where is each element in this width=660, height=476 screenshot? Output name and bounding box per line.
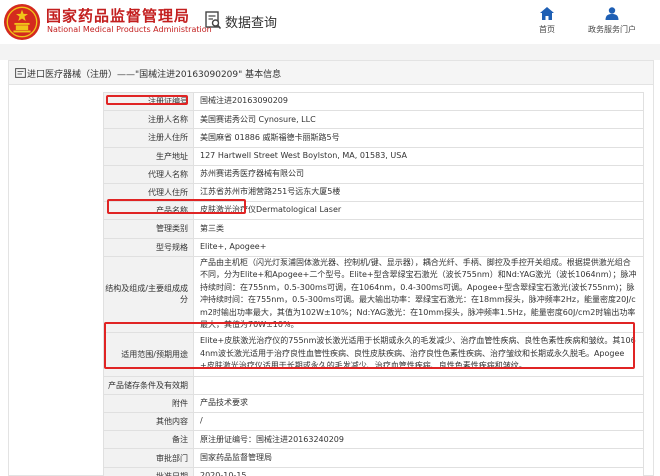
row-label: 代理人名称 [103, 164, 194, 184]
table-row: 管理类别 第三类 [103, 219, 644, 239]
nav-home-label: 首页 [539, 25, 555, 34]
table-row: 批准日期 2020-10-15 [103, 466, 644, 476]
nav-portal-label: 政务服务门户 [588, 25, 636, 34]
row-value: 产品由主机柜（闪光灯泵浦固体激光器、控制机/键、显示器），耦合光纤、手柄、脚控及… [193, 255, 644, 333]
row-value: 127 Hartwell Street West Boylston, MA, 0… [193, 146, 644, 166]
org-name-cn: 国家药品监督管理局 [46, 7, 191, 25]
data-query-icon [205, 11, 222, 30]
row-value [193, 375, 644, 395]
highlight-box-product-name [107, 199, 246, 214]
site-header: 国家药品监督管理局 National Medical Products Admi… [0, 0, 660, 44]
nav-home-link[interactable]: 首页 [530, 7, 564, 41]
row-value: 江苏省苏州市湘营路251号远东大厦5楼 [193, 182, 644, 203]
row-label: 结构及组成/主要组成成分 [103, 255, 194, 333]
breadcrumb-text: 进口医疗器械（注册）——"国械注进20163090209" 基本信息 [27, 70, 282, 80]
row-label: 注册人住所 [103, 128, 194, 148]
row-label: 附件 [103, 393, 194, 414]
table-row: 产品储存条件及有效期 [103, 375, 644, 395]
row-label: 管理类别 [103, 219, 194, 239]
detail-panel: 进口医疗器械（注册）——"国械注进20163090209" 基本信息 注册证编号… [8, 60, 654, 476]
data-query-title: 数据查询 [225, 16, 278, 31]
table-row: 附件 产品技术要求 [103, 393, 644, 414]
row-value: 国家药品监督管理局 [193, 448, 644, 468]
detail-table: 注册证编号 国械注进20163090209 注册人名称 美国赛诺秀公司 Cyno… [103, 91, 644, 476]
row-label: 备注 [103, 430, 194, 450]
row-label: 审批部门 [103, 448, 194, 468]
row-label: 型号规格 [103, 237, 194, 257]
row-label: 批准日期 [103, 466, 194, 476]
row-value: 第三类 [193, 219, 644, 239]
row-value: 美国麻省 01886 威斯福德卡丽斯路5号 [193, 128, 644, 148]
row-value: 2020-10-15 [193, 466, 644, 476]
user-icon [605, 7, 619, 20]
highlight-box-registration-no [106, 95, 188, 105]
table-row: 备注 原注册证编号：国械注进20163240209 [103, 430, 644, 450]
org-name-en: National Medical Products Administration [47, 25, 212, 34]
table-row: 审批部门 国家药品监督管理局 [103, 448, 644, 468]
row-value: 皮肤激光治疗仪Dermatological Laser [193, 201, 644, 221]
header-divider [0, 44, 660, 60]
breadcrumb: 进口医疗器械（注册）——"国械注进20163090209" 基本信息 [9, 61, 653, 85]
row-label: 产品储存条件及有效期 [103, 375, 194, 395]
page-icon [15, 68, 26, 78]
highlight-box-intended-use [104, 322, 635, 369]
table-row: 其他内容 / [103, 412, 644, 432]
row-label: 生产地址 [103, 146, 194, 166]
table-row: 代理人名称 苏州赛诺秀医疗器械有限公司 [103, 164, 644, 184]
row-value: 苏州赛诺秀医疗器械有限公司 [193, 164, 644, 184]
national-emblem-icon[interactable] [3, 3, 41, 41]
row-value: 美国赛诺秀公司 Cynosure, LLC [193, 110, 644, 130]
table-row: 型号规格 Elite+, Apogee+ [103, 237, 644, 257]
table-row: 结构及组成/主要组成成分 产品由主机柜（闪光灯泵浦固体激光器、控制机/键、显示器… [103, 255, 644, 333]
nav-portal-link[interactable]: 政务服务门户 [573, 7, 651, 41]
table-row: 注册人住所 美国麻省 01886 威斯福德卡丽斯路5号 [103, 128, 644, 148]
row-value: 原注册证编号：国械注进20163240209 [193, 430, 644, 450]
row-value: Elite+, Apogee+ [193, 237, 644, 257]
row-value: 国械注进20163090209 [193, 91, 644, 112]
home-icon [540, 7, 554, 20]
row-value: / [193, 412, 644, 432]
row-value: 产品技术要求 [193, 393, 644, 414]
table-row: 注册人名称 美国赛诺秀公司 Cynosure, LLC [103, 110, 644, 130]
table-row: 生产地址 127 Hartwell Street West Boylston, … [103, 146, 644, 166]
row-label: 其他内容 [103, 412, 194, 432]
row-label: 注册人名称 [103, 110, 194, 130]
